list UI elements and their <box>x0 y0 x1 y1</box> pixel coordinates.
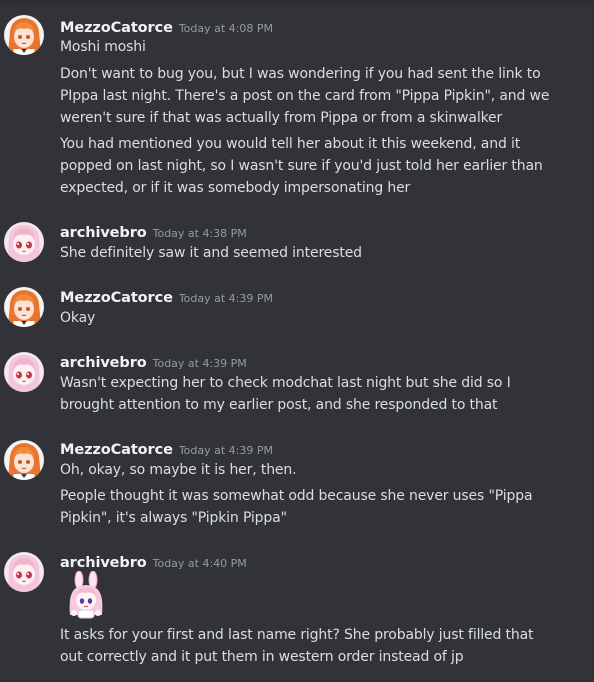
timestamp[interactable]: Today at 4:39 PM <box>179 444 273 457</box>
message-text: Wasn't expecting her to check modchat la… <box>60 375 511 391</box>
message-text: It asks for your first and last name rig… <box>60 627 534 643</box>
username[interactable]: MezzoCatorce <box>60 20 173 36</box>
archivebro-avatar-icon[interactable] <box>4 352 44 392</box>
anime-bunny-girl-sticker-icon[interactable] <box>64 570 108 619</box>
username[interactable]: archivebro <box>60 355 147 371</box>
username[interactable]: archivebro <box>60 225 147 241</box>
message-text: Oh, okay, so maybe it is her, then. <box>60 462 297 478</box>
archivebro-avatar-icon[interactable] <box>4 552 44 592</box>
mezzo-avatar-icon[interactable] <box>4 15 44 55</box>
message-text: Moshi moshi <box>60 39 146 55</box>
timestamp[interactable]: Today at 4:38 PM <box>153 227 247 240</box>
chat-message-list: MezzoCatorce Today at 4:08 PM Moshi moshi… <box>0 0 594 682</box>
username[interactable]: MezzoCatorce <box>60 290 173 306</box>
message-header: archivebro Today at 4:39 PM <box>60 352 247 372</box>
message-text: Okay <box>60 310 96 326</box>
timestamp[interactable]: Today at 4:39 PM <box>153 357 247 370</box>
message-text: People thought it was somewhat odd becau… <box>60 488 533 504</box>
message-text: expected, or if it was somebody imperson… <box>60 180 411 196</box>
timestamp[interactable]: Today at 4:08 PM <box>179 22 273 35</box>
mezzo-avatar-icon[interactable] <box>4 287 44 327</box>
username[interactable]: MezzoCatorce <box>60 442 173 458</box>
message-header: MezzoCatorce Today at 4:39 PM <box>60 287 273 307</box>
message-text: popped on last night, so I wasn't sure i… <box>60 158 543 174</box>
timestamp[interactable]: Today at 4:39 PM <box>179 292 273 305</box>
top-fade <box>0 0 594 8</box>
message-text: PIppa last night. There's a post on the … <box>60 88 550 104</box>
message-header: MezzoCatorce Today at 4:39 PM <box>60 439 273 459</box>
username[interactable]: archivebro <box>60 555 147 571</box>
message-text: out correctly and it put them in western… <box>60 649 464 665</box>
archivebro-avatar-icon[interactable] <box>4 222 44 262</box>
timestamp[interactable]: Today at 4:40 PM <box>153 557 247 570</box>
message-header: archivebro Today at 4:38 PM <box>60 222 247 242</box>
message-text: Pipkin", it's always "Pipkin Pippa" <box>60 510 287 526</box>
message-header: archivebro Today at 4:40 PM <box>60 552 247 572</box>
message-text: She definitely saw it and seemed interes… <box>60 245 362 261</box>
message-text: weren't sure if that was actually from P… <box>60 110 503 126</box>
message-text: You had mentioned you would tell her abo… <box>60 136 521 152</box>
mezzo-avatar-icon[interactable] <box>4 440 44 480</box>
message-header: MezzoCatorce Today at 4:08 PM <box>60 17 273 37</box>
message-text: Don't want to bug you, but I was wonderi… <box>60 66 541 82</box>
message-text: brought attention to my earlier post, an… <box>60 397 498 413</box>
